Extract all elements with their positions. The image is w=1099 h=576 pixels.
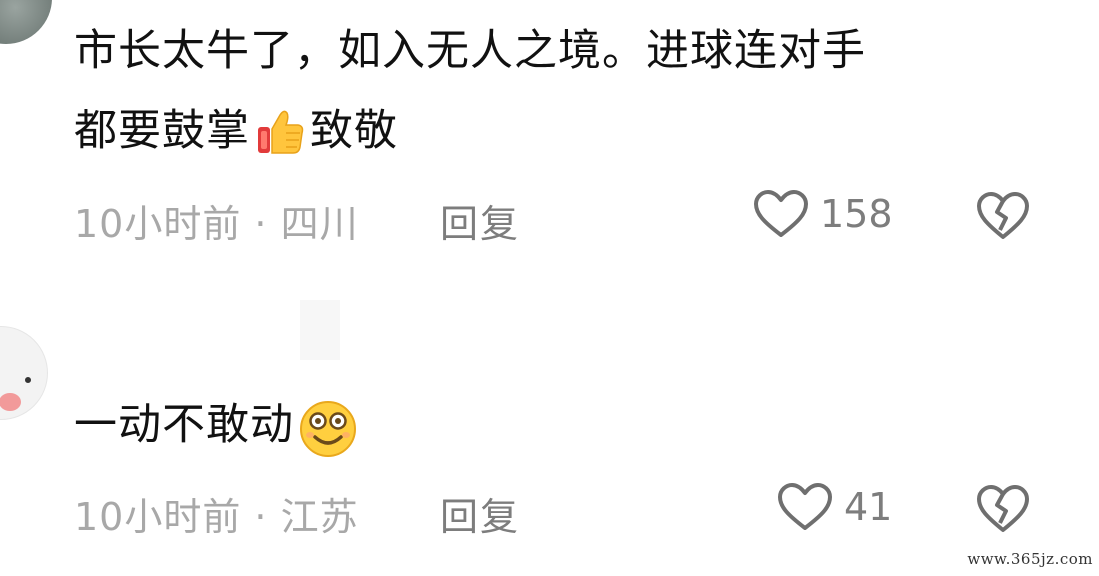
reply-button[interactable]: 回复 [440,486,520,541]
dislike-button[interactable] [975,190,1031,242]
comment-text-line2: 都要鼓掌 致敬 [74,98,398,164]
heart-outline-icon [754,190,808,237]
avatar-eye [25,377,31,383]
like-count: 158 [820,192,893,236]
comment-meta: 10小时前 · 江苏 [74,495,359,539]
reply-button[interactable]: 回复 [440,193,520,248]
thumbs-up-icon [254,105,306,157]
comment-text-segment: 致敬 [310,106,398,156]
comment-meta: 10小时前 · 四川 [74,202,359,246]
broken-heart-icon [977,192,1029,239]
watermark: www.365jz.com [967,550,1093,568]
image-artifact [300,300,340,360]
avatar[interactable] [0,0,52,44]
comment-text: 一动不敢动 [74,392,356,458]
comment-text: 市长太牛了，如入无人之境。进球连对手 [74,26,866,76]
avatar-blush [0,393,21,411]
like-count: 41 [844,485,893,529]
comment-text-segment: 一动不敢动 [74,400,294,450]
broken-heart-icon [977,485,1029,532]
heart-outline-icon [778,483,832,530]
like-button[interactable]: 158 [752,188,893,240]
dislike-button[interactable] [975,483,1031,535]
comment-list: 市长太牛了，如入无人之境。进球连对手 都要鼓掌 致敬 10小时前 · 四川 回复… [0,0,1099,576]
comment-text-segment: 都要鼓掌 [74,106,250,156]
like-button[interactable]: 41 [776,481,892,533]
avatar[interactable] [0,326,48,420]
smiling-face-icon [298,399,356,457]
